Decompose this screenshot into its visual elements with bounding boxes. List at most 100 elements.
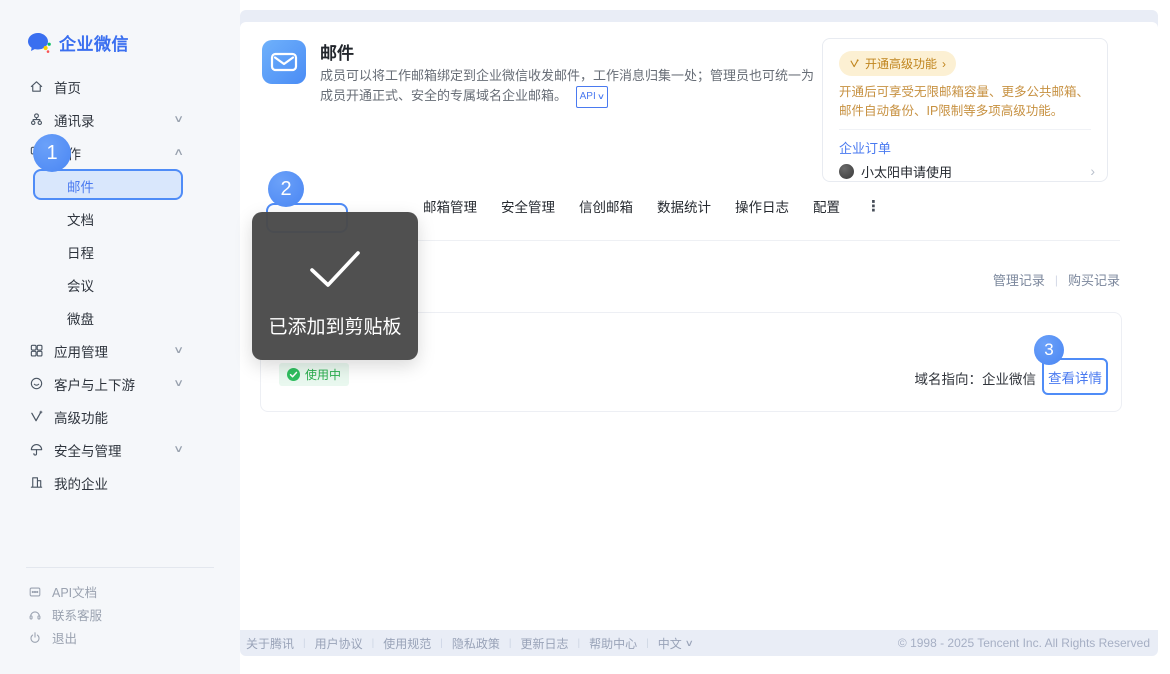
sidebar: 企业微信 首页 通讯录 ∨ 协作 ∧: [0, 0, 240, 674]
tab-settings[interactable]: 配置: [813, 196, 840, 216]
sidebar-item-label: 日程: [67, 242, 94, 262]
footer-link-user-agreement[interactable]: 用户协议: [315, 635, 363, 652]
sidebar-item-label: 我的企业: [54, 473, 108, 493]
language-selector[interactable]: 中文 ∨: [658, 635, 693, 652]
tab-security-management[interactable]: 安全管理: [501, 196, 555, 216]
sidebar-item-customers[interactable]: 客户与上下游 ∨: [0, 367, 240, 400]
tab-xinchuang-mailbox[interactable]: 信创邮箱: [579, 196, 633, 216]
sidebar-item-security-management[interactable]: 安全与管理 ∨: [0, 433, 240, 466]
sidebar-item-calendar[interactable]: 日程: [0, 235, 240, 268]
footer-link-changelog[interactable]: 更新日志: [521, 635, 569, 652]
annotation-step-number: 3: [1044, 340, 1053, 360]
api-badge-label: API: [580, 87, 596, 107]
tab-bar: 邮箱管理 安全管理 信创邮箱 数据统计 操作日志 配置 ⋮: [423, 196, 881, 216]
sidebar-item-home[interactable]: 首页: [0, 70, 240, 103]
home-icon: [28, 79, 44, 95]
page-description-text: 成员可以将工作邮箱绑定到企业微信收发邮件，工作消息归集一处；管理员也可统一为成员…: [320, 68, 814, 103]
annotation-step-number: 1: [46, 142, 57, 165]
sidebar-item-my-company[interactable]: 我的企业: [0, 466, 240, 499]
annotation-step-3-badge: 3: [1034, 335, 1064, 365]
chevron-down-icon: ∨: [173, 444, 184, 455]
sidebar-item-label: 高级功能: [54, 407, 108, 427]
sidebar-item-label: 客户与上下游: [54, 374, 135, 394]
toast-message: 已添加到剪贴板: [252, 312, 418, 339]
annotation-step-2-badge: 2: [268, 171, 304, 207]
premium-v-icon: [28, 409, 44, 425]
premium-promo-card: 开通高级功能 › 开通后可享受无限邮箱容量、更多公共邮箱、邮件自动备份、IP限制…: [822, 38, 1108, 182]
chevron-up-icon: ∧: [173, 147, 184, 158]
sidebar-item-label: 安全与管理: [54, 440, 122, 460]
sidebar-item-label: 文档: [67, 209, 94, 229]
chevron-down-icon: ∨: [173, 114, 184, 125]
chevron-right-icon: ›: [942, 57, 946, 71]
mail-app-tile: [262, 40, 306, 84]
footer-bar: 关于腾讯 | 用户协议 | 使用规范 | 隐私政策 | 更新日志 | 帮助中心 …: [240, 630, 1158, 656]
chevron-down-icon: ∨: [173, 378, 184, 389]
sidebar-item-label: 会议: [67, 275, 94, 295]
footer-link-privacy-policy[interactable]: 隐私政策: [452, 635, 500, 652]
footer-separator: |: [646, 638, 649, 649]
org-chart-icon: [28, 112, 44, 128]
domain-label: 域名指向：: [915, 372, 983, 387]
check-circle-icon: [287, 368, 300, 381]
footer-link-usage-rules[interactable]: 使用规范: [383, 635, 431, 652]
building-icon: [28, 475, 44, 491]
sidebar-menu: 首页 通讯录 ∨ 协作 ∧ 邮件 文档: [0, 70, 240, 499]
status-badge: 使用中: [279, 363, 349, 386]
sidebar-item-premium-features[interactable]: 高级功能: [0, 400, 240, 433]
language-label: 中文: [658, 635, 682, 652]
premium-v-sparkle-icon: [849, 58, 860, 69]
status-badge-label: 使用中: [305, 366, 341, 383]
more-tabs-icon[interactable]: ⋮: [866, 197, 881, 215]
tab-mailbox-management[interactable]: 邮箱管理: [423, 196, 477, 216]
brand-logo[interactable]: 企业微信: [26, 30, 129, 55]
tab-data-statistics[interactable]: 数据统计: [657, 196, 711, 216]
purchase-records-link[interactable]: 购买记录: [1068, 270, 1120, 289]
sidebar-item-meeting[interactable]: 会议: [0, 268, 240, 301]
umbrella-icon: [28, 442, 44, 458]
upgrade-premium-label: 开通高级功能: [865, 55, 937, 72]
utility-item-label: 退出: [52, 628, 77, 647]
sidebar-item-mail[interactable]: 邮件: [0, 169, 240, 202]
grid-icon: [28, 343, 44, 359]
chat-bubble-icon: [28, 376, 44, 392]
chevron-down-icon: ∨: [684, 638, 693, 649]
chevron-down-icon: ∨: [597, 87, 605, 107]
promo-divider: [839, 129, 1091, 130]
wecom-bubble-icon: [26, 31, 52, 55]
copyright-text: © 1998 - 2025 Tencent Inc. All Rights Re…: [898, 636, 1150, 650]
management-records-link[interactable]: 管理记录: [993, 270, 1045, 289]
domain-pointing-text: 域名指向：企业微信: [915, 368, 1037, 388]
clipboard-toast: 已添加到剪贴板: [252, 212, 418, 360]
tab-operation-log[interactable]: 操作日志: [735, 196, 789, 216]
footer-link-help-center[interactable]: 帮助中心: [589, 635, 637, 652]
order-request-row[interactable]: 小太阳申请使用 ›: [839, 161, 1095, 181]
page-title: 邮件: [320, 39, 354, 64]
sidebar-item-contacts[interactable]: 通讯录 ∨: [0, 103, 240, 136]
sidebar-item-drive[interactable]: 微盘: [0, 301, 240, 334]
footer-separator: |: [509, 638, 512, 649]
view-details-link[interactable]: 查看详情: [1048, 367, 1102, 387]
utility-item-label: 联系客服: [52, 605, 102, 624]
annotation-step-number: 2: [280, 178, 291, 201]
sidebar-item-label: 微盘: [67, 308, 94, 328]
api-badge[interactable]: API ∨: [576, 86, 608, 108]
link-separator: |: [1055, 273, 1058, 287]
sidebar-item-docs[interactable]: 文档: [0, 202, 240, 235]
upgrade-premium-button[interactable]: 开通高级功能 ›: [839, 51, 956, 76]
sidebar-item-contact-support[interactable]: 联系客服: [0, 603, 240, 626]
footer-link-about[interactable]: 关于腾讯: [246, 635, 294, 652]
premium-description: 开通后可享受无限邮箱容量、更多公共邮箱、邮件自动备份、IP限制等多项高级功能。: [839, 83, 1095, 121]
chevron-down-icon: ∨: [173, 345, 184, 356]
sidebar-item-logout[interactable]: 退出: [0, 626, 240, 649]
main-panel: 邮件 成员可以将工作邮箱绑定到企业微信收发邮件，工作消息归集一处；管理员也可统一…: [240, 22, 1158, 630]
company-orders-link[interactable]: 企业订单: [839, 138, 891, 157]
domain-value: 企业微信: [982, 372, 1036, 387]
content-region: 邮件 成员可以将工作邮箱绑定到企业微信收发邮件，工作消息归集一处；管理员也可统一…: [240, 10, 1158, 656]
power-icon: [28, 630, 43, 645]
footer-separator: |: [303, 638, 306, 649]
sidebar-item-api-docs[interactable]: API文档: [0, 580, 240, 603]
sidebar-item-app-management[interactable]: 应用管理 ∨: [0, 334, 240, 367]
chevron-right-icon: ›: [1090, 163, 1095, 179]
footer-separator: |: [440, 638, 443, 649]
